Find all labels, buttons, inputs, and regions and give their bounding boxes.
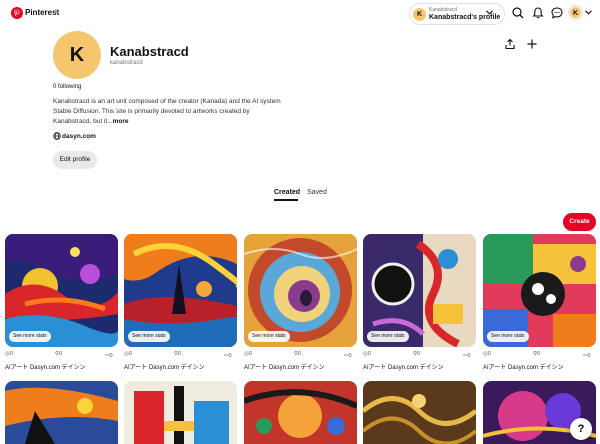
menu-icon[interactable]: ≡ — [54, 7, 59, 16]
saves-count: ⚲0 — [174, 351, 182, 357]
pin-image[interactable] — [5, 381, 118, 444]
pin-card[interactable]: See more stats ◎0 ⚲0 ꟷ0 AIアート Dasyn.com … — [483, 234, 596, 371]
pin-card[interactable]: See more stats ◎0 ⚲0 ꟷ0 AIアート Dasyn.com … — [5, 234, 118, 371]
pin-stats: ◎0 ⚲0 ꟷ0 — [124, 351, 237, 361]
pin-card[interactable]: See more stats ◎0 ⚲0 ꟷ0 AIアート Dasyn.com … — [244, 234, 357, 371]
views-count: ◎0 — [124, 351, 132, 357]
views-count: ◎0 — [363, 351, 371, 357]
search-icon[interactable] — [511, 6, 525, 20]
pin-title[interactable]: AIアート Dasyn.com デイシン — [363, 362, 476, 371]
user-avatar[interactable]: K — [569, 6, 582, 19]
pin-title[interactable]: AIアート Dasyn.com デイシン — [483, 362, 596, 371]
pin-title[interactable]: AIアート Dasyn.com デイシン — [5, 362, 118, 371]
pin-card[interactable]: See more stats ◎0 ⚲0 ꟷ0 AIアート Dasyn.com … — [124, 234, 237, 371]
saves-count: ⚲0 — [55, 351, 63, 357]
top-bar: Pinterest ≡ K Kanabstracd Kanabstracd's … — [0, 0, 600, 28]
views-count: ◎0 — [483, 351, 491, 357]
tab-created[interactable]: Created — [274, 189, 300, 196]
pin-image[interactable] — [244, 381, 357, 444]
pin-stats: ◎0 ⚲0 ꟷ0 — [483, 351, 596, 361]
profile-bio: Kanabstracd is an art unit composed of t… — [53, 97, 283, 127]
pin-stats: ◎0 ⚲0 ꟷ0 — [363, 351, 476, 361]
pin-title[interactable]: AIアート Dasyn.com デイシン — [244, 362, 357, 371]
clicks-count: ꟷ0 — [344, 353, 352, 359]
tab-saved[interactable]: Saved — [307, 189, 327, 196]
see-more-stats-button[interactable]: See more stats — [9, 331, 51, 342]
pin-image[interactable]: See more stats — [244, 234, 357, 347]
pin-image[interactable] — [363, 381, 476, 444]
chevron-down-icon[interactable] — [486, 10, 493, 15]
share-icon[interactable] — [504, 38, 516, 50]
create-button[interactable]: Create — [563, 213, 596, 231]
see-more-stats-button[interactable]: See more stats — [487, 331, 529, 342]
views-count: ◎0 — [244, 351, 252, 357]
pin-image[interactable]: See more stats — [124, 234, 237, 347]
pin-image[interactable]: See more stats — [363, 234, 476, 347]
pin-image[interactable]: See more stats — [5, 234, 118, 347]
active-tab-indicator — [274, 199, 298, 201]
globe-icon — [53, 132, 61, 140]
see-more-stats-button[interactable]: See more stats — [128, 331, 170, 342]
following-count[interactable]: 0 following — [53, 84, 81, 90]
pin-stats: ◎0 ⚲0 ꟷ0 — [5, 351, 118, 361]
profile-name: Kanabstracd — [110, 44, 189, 59]
plus-icon[interactable] — [526, 38, 538, 50]
switcher-account-name: Kanabstracd — [429, 7, 458, 13]
clicks-count: ꟷ0 — [105, 353, 113, 359]
help-button[interactable]: ? — [570, 418, 592, 440]
edit-profile-button[interactable]: Edit profile — [53, 151, 97, 169]
chevron-down-icon[interactable] — [585, 10, 592, 15]
profile-handle: kanabstracd — [110, 60, 143, 66]
pinterest-logo-icon[interactable] — [11, 7, 23, 19]
pin-stats: ◎0 ⚲0 ꟷ0 — [244, 351, 357, 361]
notifications-icon[interactable] — [531, 6, 545, 20]
avatar: K — [413, 8, 426, 21]
see-more-stats-button[interactable]: See more stats — [248, 331, 290, 342]
pin-image[interactable]: See more stats — [483, 234, 596, 347]
views-count: ◎0 — [5, 351, 13, 357]
clicks-count: ꟷ0 — [463, 353, 471, 359]
messages-icon[interactable] — [550, 6, 564, 20]
saves-count: ⚲0 — [533, 351, 541, 357]
profile-avatar: K — [53, 31, 101, 79]
clicks-count: ꟷ0 — [583, 353, 591, 359]
pin-card[interactable]: See more stats ◎0 ⚲0 ꟷ0 AIアート Dasyn.com … — [363, 234, 476, 371]
saves-count: ⚲0 — [294, 351, 302, 357]
bio-text: Kanabstracd is an art unit composed of t… — [53, 98, 281, 125]
see-more-stats-button[interactable]: See more stats — [367, 331, 409, 342]
clicks-count: ꟷ0 — [224, 353, 232, 359]
website-link[interactable]: dasyn.com — [62, 133, 96, 140]
switcher-profile-label: Kanabstracd's profile — [429, 14, 501, 21]
bio-more-link[interactable]: more — [113, 118, 129, 125]
saves-count: ⚲0 — [413, 351, 421, 357]
pin-image[interactable] — [124, 381, 237, 444]
pin-title[interactable]: AIアート Dasyn.com デイシン — [124, 362, 237, 371]
